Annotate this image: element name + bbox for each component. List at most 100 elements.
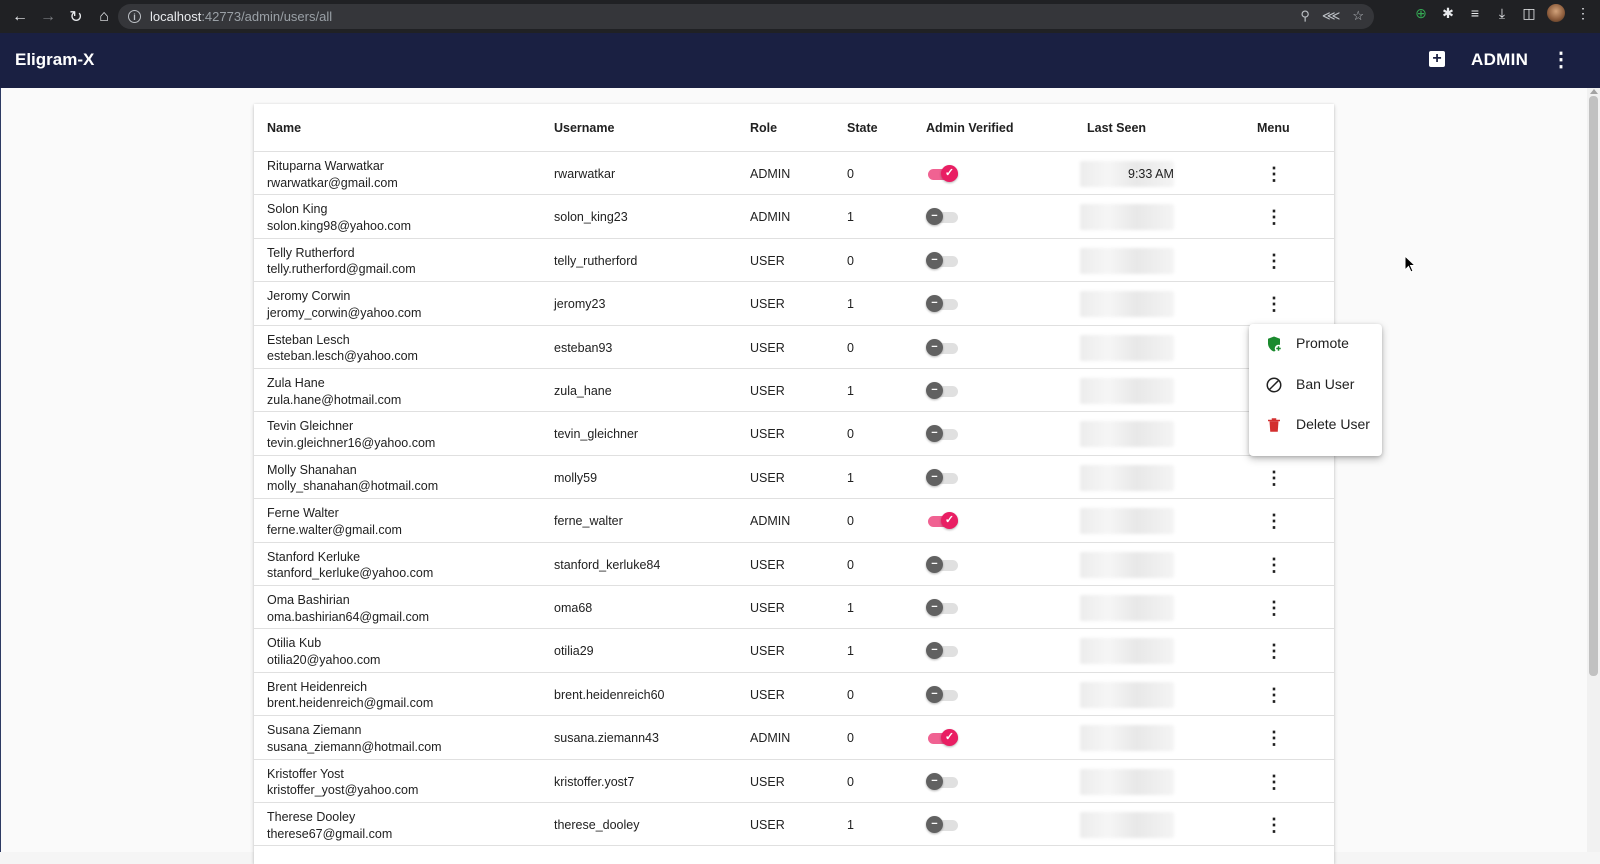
menu-label-ban-user: Ban User (1296, 376, 1355, 392)
admin-verified-toggle[interactable]: ✓ (926, 729, 958, 747)
table-row: Kristoffer Yost kristoffer_yost@yahoo.com… (254, 760, 1334, 803)
role-cell: USER (750, 427, 785, 442)
last-seen-redacted (1080, 551, 1174, 578)
check-icon: ✓ (941, 729, 958, 747)
table-row: Rituparna Warwatkar rwarwatkar@gmail.com r… (254, 152, 1334, 196)
state-cell: 0 (847, 514, 854, 529)
user-name-cell: Stanford Kerluke stanford_kerluke@yahoo.c… (267, 549, 433, 582)
state-cell: 0 (847, 557, 854, 572)
username-cell: brent.heidenreich60 (554, 687, 665, 702)
add-icon[interactable]: + (1429, 51, 1445, 67)
last-seen-redacted (1080, 681, 1174, 708)
admin-verified-toggle[interactable]: − (926, 772, 958, 791)
side-panel-icon[interactable]: ◫ (1520, 5, 1538, 22)
mouse-cursor-icon (1404, 255, 1416, 273)
state-cell: 1 (847, 297, 854, 312)
user-email: oma.bashirian64@gmail.com (267, 609, 430, 624)
more-vert-icon[interactable]: ⋮ (1262, 249, 1286, 273)
star-icon[interactable]: ☆ (1352, 8, 1364, 24)
reload-icon[interactable]: ↻ (63, 4, 89, 30)
more-vert-icon[interactable]: ⋮ (1262, 162, 1286, 186)
more-vert-icon[interactable]: ⋮ (1262, 683, 1286, 707)
menu-item-delete-user[interactable]: Delete User (1249, 405, 1382, 445)
admin-verified-toggle[interactable]: − (926, 685, 958, 704)
user-name-cell: Therese Dooley therese67@gmail.com (267, 809, 392, 842)
header-username[interactable]: Username (554, 121, 614, 135)
table-row: Ferne Walter ferne.walter@gmail.com ferne_… (254, 499, 1334, 543)
header-role[interactable]: Role (750, 121, 777, 135)
back-arrow-icon[interactable]: ← (7, 4, 33, 30)
last-seen-redacted (1080, 812, 1174, 838)
more-vert-icon[interactable]: ⋮ (1262, 292, 1286, 316)
admin-verified-toggle[interactable]: − (926, 425, 958, 443)
address-bar[interactable]: i localhost:42773/admin/users/all ⚲ ⋘ ☆ (118, 4, 1374, 29)
reading-list-icon[interactable]: ≡ (1466, 5, 1484, 21)
more-vert-icon[interactable]: ⋮ (1262, 466, 1286, 490)
more-vert-icon[interactable]: ⋮ (1262, 509, 1286, 533)
more-vert-icon[interactable]: ⋮ (1262, 813, 1286, 837)
header-name[interactable]: Name (267, 121, 301, 135)
admin-verified-toggle[interactable]: − (926, 555, 958, 574)
share-icon[interactable]: ⋘ (1322, 8, 1341, 24)
puzzle-icon[interactable]: ✱ (1439, 5, 1457, 22)
forward-arrow-icon[interactable]: → (35, 4, 61, 30)
minus-icon: − (926, 599, 943, 616)
app-title[interactable]: Eligram-X (15, 50, 94, 70)
admin-verified-toggle[interactable]: − (926, 599, 958, 617)
menu-item-ban-user[interactable]: Ban User (1249, 365, 1382, 405)
key-icon[interactable]: ⚲ (1300, 8, 1310, 24)
header-state[interactable]: State (847, 121, 878, 135)
state-cell: 1 (847, 644, 854, 659)
admin-verified-toggle[interactable]: − (926, 468, 958, 487)
admin-verified-toggle[interactable]: − (926, 642, 958, 660)
user-full-name: Kristoffer Yost (267, 766, 344, 781)
user-context-menu: Promote Ban User Delete User (1249, 324, 1382, 456)
header-menu: Menu (1257, 121, 1290, 135)
user-name-cell: Rituparna Warwatkar rwarwatkar@gmail.com (267, 158, 398, 191)
username-cell: rwarwatkar (554, 167, 616, 181)
site-info-icon[interactable]: i (128, 10, 141, 23)
user-name-cell: Otilia Kub otilia20@yahoo.com (267, 635, 380, 668)
more-vert-icon[interactable]: ⋮ (1262, 726, 1286, 750)
more-vert-icon[interactable]: ⋮ (1262, 639, 1286, 663)
admin-verified-toggle[interactable]: − (926, 338, 958, 357)
admin-verified-toggle[interactable]: − (926, 251, 958, 270)
header-admin-verified[interactable]: Admin Verified (926, 121, 1014, 135)
more-vert-icon[interactable]: ⋮ (1262, 770, 1286, 794)
more-vert-icon[interactable]: ⋮ (1551, 47, 1571, 73)
more-vert-icon[interactable]: ⋮ (1262, 553, 1286, 577)
admin-verified-toggle[interactable]: − (926, 208, 958, 226)
table-row: Susana Ziemann susana_ziemann@hotmail.com… (254, 716, 1334, 760)
role-cell: USER (750, 253, 785, 268)
header-last-seen[interactable]: Last Seen (1087, 121, 1146, 135)
table-row: Therese Dooley therese67@gmail.com therese… (254, 803, 1334, 847)
user-full-name: Rituparna Warwatkar (267, 159, 384, 173)
user-full-name: Jeromy Corwin (267, 289, 351, 304)
home-icon[interactable]: ⌂ (91, 4, 117, 30)
admin-verified-toggle[interactable]: ✓ (926, 512, 958, 530)
minus-icon: − (926, 468, 943, 486)
user-full-name: Solon King (267, 202, 328, 217)
admin-verified-toggle[interactable]: − (926, 816, 958, 834)
last-seen-cell (1080, 768, 1174, 795)
extension-plus-icon[interactable]: ⊕ (1412, 5, 1430, 22)
download-icon[interactable]: ⤓ (1493, 5, 1511, 22)
page-scrollbar[interactable] (1587, 88, 1600, 852)
menu-item-promote[interactable]: Promote (1249, 324, 1382, 364)
table-row: Telly Rutherford telly.rutherford@gmail.c… (254, 239, 1334, 283)
more-vert-icon[interactable]: ⋮ (1262, 596, 1286, 620)
user-full-name: Oma Bashirian (267, 593, 350, 607)
profile-avatar[interactable] (1547, 4, 1565, 22)
last-seen-redacted (1080, 247, 1174, 274)
admin-verified-toggle[interactable]: − (926, 295, 958, 313)
browser-menu-icon[interactable]: ⋮ (1574, 5, 1592, 22)
scrollbar-thumb[interactable] (1589, 96, 1598, 676)
more-vert-icon[interactable]: ⋮ (1262, 205, 1286, 229)
scroll-up-arrow-icon[interactable] (1590, 89, 1598, 94)
user-role-label[interactable]: ADMIN (1471, 50, 1528, 70)
admin-verified-toggle[interactable]: ✓ (926, 165, 958, 183)
url-path: :42773/admin/users/all (201, 9, 333, 24)
admin-verified-toggle[interactable]: − (926, 382, 958, 400)
trash-icon (1268, 418, 1280, 432)
role-cell: ADMIN (750, 210, 791, 225)
